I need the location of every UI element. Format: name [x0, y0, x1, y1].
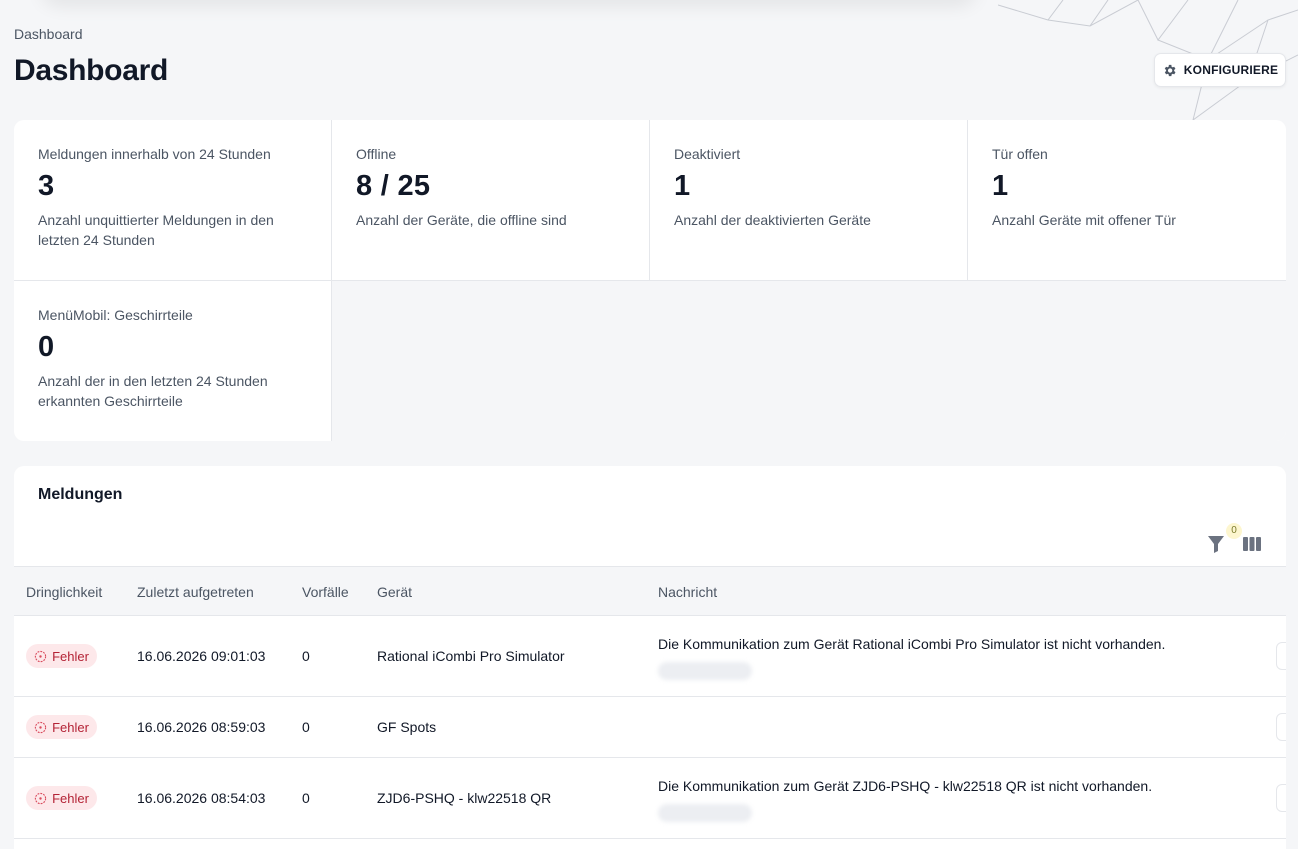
- severity-badge: Fehler: [26, 644, 97, 668]
- severity-badge: Fehler: [26, 786, 97, 810]
- columns-icon[interactable]: [1242, 536, 1262, 552]
- page-title: Dashboard: [14, 54, 168, 87]
- stats-empty-area: [332, 280, 1286, 441]
- stat-value: 0: [38, 330, 55, 363]
- row-action-button[interactable]: [1276, 713, 1286, 741]
- column-header-message[interactable]: Nachricht: [658, 584, 717, 600]
- stats-panel: Meldungen innerhalb von 24 Stunden 3 Anz…: [14, 120, 1286, 441]
- messages-panel: Meldungen 0 Dringlichkeit Zuletzt aufget…: [14, 466, 1286, 849]
- stat-description: Anzahl der Geräte, die offline sind: [356, 212, 567, 228]
- stat-value: 3: [38, 170, 55, 202]
- stat-value: 1: [992, 170, 1009, 202]
- cell-count: 0: [302, 648, 310, 664]
- severity-label: Fehler: [52, 790, 89, 806]
- configure-button[interactable]: KONFIGURIERE: [1154, 53, 1286, 87]
- column-header-urgency[interactable]: Dringlichkeit: [26, 584, 102, 600]
- table-row[interactable]: Fehler 16.06.2026 08:59:03 0 GF Spots: [14, 697, 1286, 758]
- cell-device: ZJD6-PSHQ - klw22518 QR: [377, 790, 552, 806]
- stat-card-messages[interactable]: Meldungen innerhalb von 24 Stunden 3 Anz…: [14, 120, 332, 281]
- cell-device: GF Spots: [377, 719, 437, 735]
- cell-time: 16.06.2026 08:54:03: [137, 790, 266, 806]
- messages-title: Meldungen: [38, 486, 123, 503]
- stat-title: Deaktiviert: [674, 146, 741, 162]
- gear-icon: [1164, 64, 1176, 76]
- stat-card-offline[interactable]: Offline 8 / 25 Anzahl der Geräte, die of…: [332, 120, 650, 281]
- table-header: Dringlichkeit Zuletzt aufgetreten Vorfäl…: [14, 566, 1286, 616]
- stat-title: Offline: [356, 146, 397, 162]
- stat-description: Anzahl der deaktivierten Geräte: [674, 212, 871, 228]
- cell-message: Die Kommunikation zum Gerät Rational iCo…: [658, 636, 1166, 652]
- cell-device: Rational iCombi Pro Simulator: [377, 648, 565, 664]
- stat-card-door-open[interactable]: Tür offen 1 Anzahl Geräte mit offener Tü…: [968, 120, 1286, 281]
- severity-label: Fehler: [52, 648, 89, 664]
- cell-time: 16.06.2026 08:59:03: [137, 719, 266, 735]
- column-header-incidents[interactable]: Vorfälle: [302, 584, 349, 600]
- stat-value: 8 / 25: [356, 170, 431, 202]
- stat-description: Anzahl Geräte mit offener Tür: [992, 212, 1176, 228]
- stat-title: Meldungen innerhalb von 24 Stunden: [38, 146, 271, 162]
- severity-badge: Fehler: [26, 715, 97, 739]
- configure-button-label: KONFIGURIERE: [1183, 63, 1279, 77]
- filter-count-badge: 0: [1226, 523, 1242, 539]
- alert-circle-icon: [34, 721, 47, 733]
- stat-description: Anzahl der in den letzten 24 Stunden erk…: [38, 372, 268, 409]
- stat-title: Tür offen: [992, 146, 1048, 162]
- column-header-device[interactable]: Gerät: [377, 584, 412, 600]
- alert-circle-icon: [34, 650, 47, 662]
- breadcrumb[interactable]: Dashboard: [14, 26, 83, 42]
- table-row[interactable]: Fehler 16.06.2026 09:01:03 0 Rational iC…: [14, 616, 1286, 697]
- stat-value: 1: [674, 170, 691, 202]
- filter-icon[interactable]: [1207, 534, 1225, 554]
- cell-message: Die Kommunikation zum Gerät ZJD6-PSHQ - …: [658, 778, 1153, 794]
- table-row[interactable]: Fehler 16.06.2026 08:54:03 0 ZJD6-PSHQ -…: [14, 758, 1286, 839]
- stat-description: Anzahl unquittierter Meldungen in den le…: [38, 212, 274, 248]
- blurred-tag: [658, 804, 752, 822]
- blurred-tag: [658, 662, 752, 680]
- cell-count: 0: [302, 790, 310, 806]
- stat-card-deactivated[interactable]: Deaktiviert 1 Anzahl der deaktivierten G…: [650, 120, 968, 281]
- row-action-button[interactable]: [1276, 642, 1286, 670]
- cell-time: 16.06.2026 09:01:03: [137, 648, 266, 664]
- severity-label: Fehler: [52, 719, 89, 735]
- stat-card-menumobil[interactable]: MenüMobil: Geschirrteile 0 Anzahl der in…: [14, 280, 332, 441]
- alert-circle-icon: [34, 792, 47, 804]
- column-header-last-occurred[interactable]: Zuletzt aufgetreten: [137, 584, 254, 600]
- cell-count: 0: [302, 719, 310, 735]
- row-action-button[interactable]: [1276, 784, 1286, 812]
- stat-title: MenüMobil: Geschirrteile: [38, 306, 193, 323]
